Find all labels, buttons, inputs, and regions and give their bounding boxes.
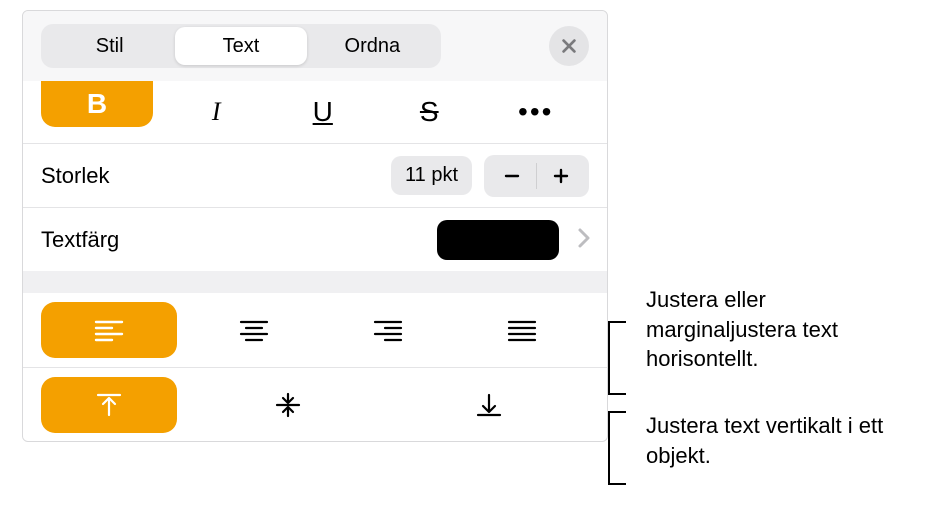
strikethrough-button[interactable]: S: [376, 81, 483, 143]
size-increase-button[interactable]: [537, 159, 585, 193]
align-top-button[interactable]: [41, 377, 177, 433]
tab-stil[interactable]: Stil: [44, 27, 175, 65]
align-justify-icon: [507, 317, 537, 343]
bracket-icon: [608, 321, 632, 395]
bracket-icon: [608, 411, 632, 485]
align-top-icon: [94, 392, 124, 418]
callouts: Justera eller marginaljustera text horis…: [608, 285, 908, 470]
chevron-right-icon: [577, 227, 591, 249]
section-gap: [23, 271, 607, 293]
align-justify-button[interactable]: [455, 302, 589, 358]
panel-header: Stil Text Ordna: [23, 11, 607, 81]
size-label: Storlek: [41, 163, 391, 189]
align-right-button[interactable]: [321, 302, 455, 358]
vertical-align-group: [23, 367, 607, 441]
align-middle-icon: [273, 392, 303, 418]
align-left-button[interactable]: [41, 302, 177, 358]
align-bottom-button[interactable]: [388, 377, 589, 433]
size-stepper: [484, 155, 589, 197]
tab-text[interactable]: Text: [175, 27, 306, 65]
align-left-icon: [94, 317, 124, 343]
tab-ordna[interactable]: Ordna: [307, 27, 438, 65]
align-center-button[interactable]: [187, 302, 321, 358]
align-bottom-icon: [474, 392, 504, 418]
underline-button[interactable]: U: [270, 81, 377, 143]
more-styles-button[interactable]: •••: [483, 81, 590, 143]
align-center-icon: [239, 317, 269, 343]
close-icon: [560, 37, 578, 55]
size-row: Storlek 11 pkt: [23, 143, 607, 207]
size-decrease-button[interactable]: [488, 159, 536, 193]
text-color-disclosure[interactable]: [571, 224, 597, 256]
close-button[interactable]: [549, 26, 589, 66]
align-right-icon: [373, 317, 403, 343]
text-color-swatch[interactable]: [437, 220, 559, 260]
horizontal-align-group: [23, 293, 607, 367]
callout-horizontal: Justera eller marginaljustera text horis…: [608, 285, 908, 405]
text-color-label: Textfärg: [41, 227, 437, 253]
text-color-row: Textfärg: [23, 207, 607, 271]
size-value[interactable]: 11 pkt: [391, 156, 472, 195]
align-middle-button[interactable]: [187, 377, 388, 433]
minus-icon: [503, 167, 521, 185]
callout-vertical: Justera text vertikalt i ett objekt.: [608, 411, 908, 470]
callout-horizontal-text: Justera eller marginaljustera text horis…: [646, 287, 838, 371]
plus-icon: [552, 167, 570, 185]
callout-vertical-text: Justera text vertikalt i ett objekt.: [646, 413, 883, 468]
bold-button[interactable]: B: [41, 81, 153, 127]
text-style-row: B I U S •••: [23, 81, 607, 143]
format-panel: Stil Text Ordna B I U S ••• Storlek 11 p…: [22, 10, 608, 442]
panel-tabs: Stil Text Ordna: [41, 24, 441, 68]
italic-button[interactable]: I: [163, 81, 270, 143]
